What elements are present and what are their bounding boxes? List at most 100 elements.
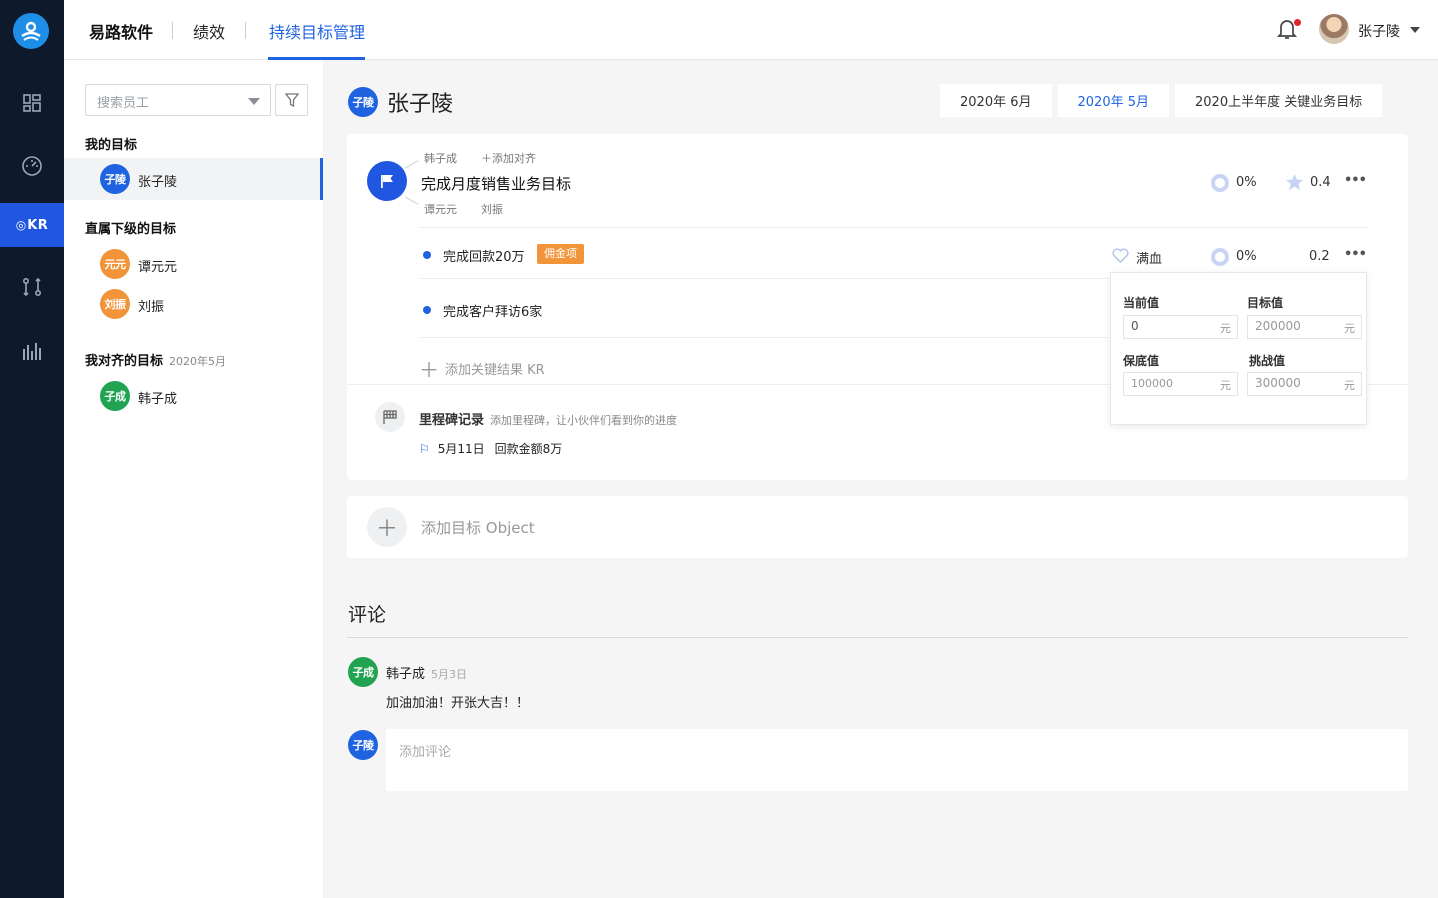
target-value: 200000: [1255, 319, 1301, 333]
milestone-date: 5月11日: [437, 442, 485, 456]
milestone-title-text: 里程碑记录: [419, 413, 485, 428]
kr-bullet: [423, 251, 431, 259]
left-rail: ◎ KR: [0, 0, 64, 898]
plus-icon: ＋: [481, 152, 492, 165]
tab-period-h1[interactable]: 2020上半年度 关键业务目标: [1175, 84, 1383, 117]
progress-ring-icon: [1211, 174, 1229, 192]
nav-analytics[interactable]: [0, 329, 64, 373]
align-connector: [404, 196, 419, 205]
tab-period-may[interactable]: 2020年 5月: [1057, 84, 1169, 117]
unit-label: 元: [1220, 379, 1231, 392]
menu-continuous-okr[interactable]: 持续目标管理: [269, 19, 365, 43]
main-content: 子陵 张子陵 2020年 6月 2020年 5月 2020上半年度 关键业务目标…: [323, 60, 1438, 898]
aligned-goals-title: 我对齐的目标 2020年5月: [85, 350, 226, 369]
okr-icon: ◎: [15, 218, 27, 232]
plus-icon: ＋: [419, 358, 439, 382]
commission-tag: 佣金项: [537, 244, 584, 264]
divider: [172, 22, 173, 39]
person-name: 谭元元: [138, 260, 178, 275]
tab-period-june[interactable]: 2020年 6月: [940, 84, 1052, 117]
add-align-label: 添加对齐: [492, 152, 536, 165]
kr-progress[interactable]: 0%: [1236, 249, 1257, 264]
divider: [419, 337, 1109, 338]
person-name: 刘振: [138, 300, 165, 315]
current-value: 0: [1131, 319, 1139, 333]
sidebar-person-tanyuanyuan[interactable]: 元元 谭元元: [64, 243, 323, 285]
user-name[interactable]: 张子陵: [1358, 21, 1400, 41]
comment-author: 韩子成 5月3日: [386, 663, 467, 682]
checkered-flag-icon: [383, 410, 397, 424]
objective-score[interactable]: 0.4: [1310, 175, 1331, 190]
flag-icon: [381, 175, 393, 188]
challenge-value-input[interactable]: 300000 元: [1247, 372, 1362, 396]
target-value-label: 目标值: [1247, 296, 1284, 310]
employee-search-select[interactable]: 搜索员工: [85, 84, 271, 116]
objective-card: 韩子成 ＋添加对齐 完成月度销售业务目标 谭元元 刘振 0% 0.4 ••• 完…: [347, 134, 1408, 480]
speedometer-icon: [22, 156, 42, 176]
comment-input[interactable]: 添加评论: [386, 729, 1408, 791]
aligned-down-name[interactable]: 刘振: [481, 201, 503, 217]
more-icon[interactable]: •••: [1344, 173, 1367, 188]
nav-okr-label: KR: [27, 217, 49, 233]
unit-label: 元: [1344, 379, 1355, 392]
kr-title[interactable]: 完成客户拜访6家: [443, 301, 542, 320]
comments-title: 评论: [348, 604, 387, 626]
add-kr-button[interactable]: ＋ 添加关键结果 KR: [419, 354, 545, 383]
floor-value: 100000: [1131, 377, 1173, 390]
progress-ring-icon: [1211, 248, 1229, 266]
flag-outline-icon: ⚐: [419, 442, 430, 456]
subordinates-title: 直属下级的目标: [85, 222, 177, 237]
top-bar: 易路软件 绩效 持续目标管理 张子陵: [64, 0, 1438, 60]
plus-icon: ＋: [367, 507, 407, 547]
sidebar-person-liuzhen[interactable]: 刘振 刘振: [64, 283, 323, 325]
sidebar-person-zhangziling[interactable]: 子陵 张子陵: [64, 158, 323, 200]
kr-values-popover: 当前值 目标值 0元 200000 元 保底值 挑战值 100000 元 30000…: [1110, 272, 1367, 425]
objective-progress[interactable]: 0%: [1236, 175, 1257, 190]
user-avatar[interactable]: [1319, 14, 1349, 44]
sidebar-person-hanzicheng[interactable]: 子成 韩子成: [64, 375, 323, 417]
objective-flag: [367, 161, 407, 201]
nav-okr[interactable]: ◎ KR: [0, 203, 64, 247]
comment-date: 5月3日: [431, 668, 468, 681]
milestone-hint[interactable]: 添加里程碑，让小伙伴们看到你的进度: [490, 414, 677, 427]
kr-title[interactable]: 完成回款20万: [443, 246, 525, 265]
challenge-value-label: 挑战值: [1249, 354, 1286, 368]
milestone-entry[interactable]: ⚐ 5月11日 回款金额8万: [419, 440, 562, 457]
nav-performance[interactable]: [0, 144, 64, 188]
milestone-title: 里程碑记录 添加里程碑，让小伙伴们看到你的进度: [419, 409, 677, 428]
bar-chart-icon: [23, 343, 41, 360]
kr-status[interactable]: 满血: [1136, 248, 1162, 267]
add-kr-label: 添加关键结果 KR: [445, 363, 545, 378]
avatar: 子成: [100, 381, 130, 411]
menu-performance[interactable]: 绩效: [193, 19, 225, 43]
divider: [419, 227, 1367, 228]
target-value-input[interactable]: 200000 元: [1247, 315, 1362, 339]
aligned-down-name[interactable]: 谭元元: [424, 201, 457, 217]
nav-compare[interactable]: [0, 265, 64, 309]
add-objective-button[interactable]: ＋ 添加目标 Object: [347, 496, 1408, 558]
current-value-input[interactable]: 0元: [1123, 315, 1238, 339]
chevron-down-icon[interactable]: [1410, 27, 1420, 33]
objective-title[interactable]: 完成月度销售业务目标: [421, 173, 571, 194]
notification-dot: [1294, 19, 1301, 26]
more-icon[interactable]: •••: [1344, 247, 1367, 262]
filter-button[interactable]: [275, 84, 308, 116]
dashboard-icon: [23, 94, 41, 112]
app-logo[interactable]: [13, 13, 49, 49]
kr-bullet: [423, 306, 431, 314]
divider: [347, 637, 1408, 638]
logo-icon: [21, 21, 41, 41]
comment-body: 加油加油！开张大吉！！: [386, 696, 530, 711]
kr-score[interactable]: 0.2: [1309, 249, 1330, 264]
milestone-text: 回款金额8万: [494, 442, 563, 456]
nav-dashboard[interactable]: [0, 81, 64, 125]
brand-name: 易路软件: [89, 23, 154, 42]
floor-value-input[interactable]: 100000 元: [1123, 372, 1238, 396]
aligned-up-name[interactable]: 韩子成: [424, 150, 457, 166]
chevron-down-icon: [248, 98, 260, 105]
compare-icon: [22, 277, 42, 297]
add-align-button[interactable]: ＋添加对齐: [481, 150, 536, 166]
comment-author-name: 韩子成: [386, 667, 426, 682]
unit-label: 元: [1344, 322, 1355, 335]
heart-icon[interactable]: [1112, 248, 1129, 263]
